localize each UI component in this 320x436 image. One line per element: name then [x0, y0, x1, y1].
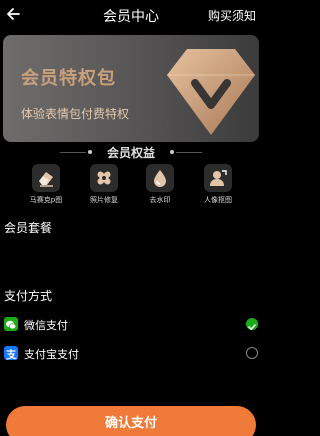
drop-icon [154, 170, 166, 187]
divider-dot-right [170, 150, 174, 154]
app-header: 会员中心 购买须知 [0, 0, 262, 30]
payment-heading: 支付方式 [4, 289, 53, 303]
benefit-icon-box [90, 164, 118, 192]
benefit-remove-watermark[interactable]: 去水印 [130, 164, 190, 208]
benefit-icon-box [204, 164, 232, 192]
radio-selected-icon[interactable] [246, 318, 258, 330]
confirm-payment-button[interactable]: 确认支付 [6, 406, 256, 436]
payment-option-alipay[interactable]: 支付宝支付 [0, 344, 262, 364]
benefit-label: 马赛克p图 [29, 196, 63, 204]
banner-title: 会员特权包 [21, 68, 116, 89]
purchase-notice-link[interactable]: 购买须知 [208, 7, 256, 24]
plans-heading: 会员套餐 [4, 221, 53, 235]
benefit-portrait-cutout[interactable]: 人像抠图 [188, 164, 248, 208]
benefit-label: 去水印 [149, 196, 171, 204]
benefit-label: 照片修复 [90, 196, 118, 204]
benefits-list: 马赛克p图 照片修复 去水印 人像抠图 [0, 164, 262, 208]
benefit-icon-box [146, 164, 174, 192]
eraser-icon [39, 172, 53, 187]
portrait-icon [210, 170, 227, 186]
benefits-title: 会员权益 [106, 146, 155, 160]
radio-unselected-icon[interactable] [246, 347, 258, 359]
payment-label: 支付宝支付 [24, 348, 79, 361]
benefit-icon-box [32, 164, 60, 192]
vip-banner: 会员特权包 体验表情包付费特权 [3, 35, 259, 142]
alipay-icon [4, 346, 18, 360]
banner-subtitle: 体验表情包付费特权 [21, 107, 130, 121]
bandage-icon [97, 171, 111, 185]
benefit-mosaic[interactable]: 马赛克p图 [16, 164, 76, 208]
benefit-label: 人像抠图 [204, 196, 232, 204]
payment-option-wechat[interactable]: 微信支付 [0, 315, 262, 335]
payment-label: 微信支付 [24, 319, 68, 332]
diamond-icon [167, 49, 255, 135]
wechat-icon [4, 317, 18, 331]
benefit-photo-repair[interactable]: 照片修复 [74, 164, 134, 208]
benefits-heading: 会员权益 [0, 144, 262, 160]
divider-right [176, 152, 202, 153]
